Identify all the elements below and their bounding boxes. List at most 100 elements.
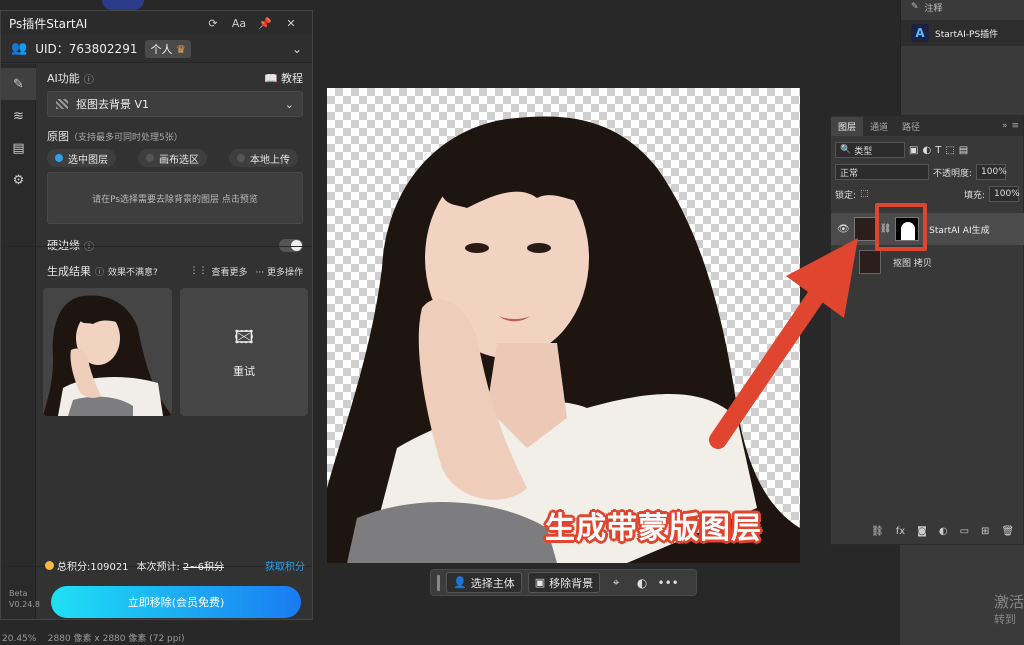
layer-row-ai[interactable]: 👁 ⛓ StartAI AI生成	[831, 213, 1024, 245]
retry-card[interactable]: 🖾 重试	[180, 288, 308, 416]
zoom-level: 20.45%	[2, 634, 37, 644]
kind-filter-select[interactable]: 🔍 类型	[835, 142, 905, 158]
startai-logo-icon: A	[911, 24, 929, 42]
layer-thumbnail	[859, 250, 881, 274]
estimate-value: 2~6积分	[182, 561, 225, 573]
panel-menu-icon[interactable]: ≡	[1011, 121, 1023, 131]
layers-panel: 图层 通道 路径 » ≡ 🔍 类型 ▣ ◐ T ⬚ ▤ 正常 不透明度: 100…	[830, 115, 1024, 545]
document-icon[interactable]: ▤	[1, 132, 36, 164]
tab-channels[interactable]: 通道	[863, 117, 895, 136]
blend-mode-select[interactable]: 正常	[835, 164, 929, 180]
function-select[interactable]: 抠图去背景 V1 ⌄	[47, 91, 303, 117]
broken-image-icon: 🖾	[234, 327, 254, 348]
layer-thumbnail	[853, 217, 876, 241]
account-badge: 个人 ♛	[145, 39, 191, 58]
startai-plugin-item[interactable]: A StartAI-PS插件	[901, 20, 1024, 46]
visibility-icon[interactable]: 👁	[837, 224, 850, 235]
image-icon: ▣	[534, 576, 546, 589]
radio-checked-icon	[55, 154, 63, 162]
result-thumbnail[interactable]	[43, 288, 172, 416]
note-icon: ✎	[911, 2, 919, 12]
option-local-upload[interactable]: 本地上传	[229, 149, 298, 167]
tutorial-link[interactable]: 教程	[281, 70, 303, 86]
hard-edge-toggle[interactable]	[279, 238, 303, 252]
layer-name: StartAI AI生成	[929, 225, 990, 236]
users-icon: 👥	[11, 41, 28, 56]
tab-layers[interactable]: 图层	[831, 116, 864, 136]
ai-function-label: AI功能	[47, 72, 80, 85]
info-icon: ⓘ	[95, 267, 105, 278]
adjust-filter-icon[interactable]: ◐	[922, 145, 931, 156]
more-options-icon[interactable]: •••	[658, 573, 679, 593]
more-actions-link[interactable]: ··· 更多操作	[256, 265, 303, 278]
notes-item[interactable]: ✎ 注释	[901, 0, 1024, 14]
source-hint: （支持最多可同时处理5张）	[69, 132, 183, 143]
plugin-title-bar: Ps插件StartAI ⟳ Aa 📌 ✕	[1, 11, 312, 35]
status-bar: 20.45% 2880 像素 x 2880 像素 (72 ppi)	[0, 634, 900, 645]
lock-pixels-icon[interactable]: ⬚	[860, 189, 869, 199]
result-image	[43, 295, 172, 416]
info-icon[interactable]: ⓘ	[84, 71, 94, 86]
group-icon[interactable]: ▭	[960, 526, 969, 537]
right-dock-bottom: 激活 转到	[900, 545, 1024, 645]
adjustment-icon[interactable]: ◐	[632, 573, 652, 593]
results-label: 生成结果	[47, 265, 91, 278]
document-canvas[interactable]	[327, 88, 800, 563]
smart-filter-icon[interactable]: ▤	[959, 145, 968, 156]
source-label: 原图	[47, 130, 69, 143]
add-mask-icon[interactable]: ◙	[917, 526, 927, 537]
activation-watermark: 激活 转到	[994, 593, 1024, 626]
settings-icon[interactable]: ⚙	[1, 164, 36, 196]
grid-icon: ⋮⋮	[189, 266, 208, 276]
plugin-sidebar: ✎ ≋ ▤ ⚙ Beta V0.24.8	[1, 64, 40, 619]
remove-now-button[interactable]: 立即移除(会员免费)	[51, 586, 301, 618]
plugin-main: AI功能 ⓘ 📖 教程 抠图去背景 V1 ⌄ 原图 （支持最多可同时处理5张） …	[1, 64, 312, 619]
transform-icon[interactable]: ⌖	[606, 573, 626, 593]
estimate-label: 本次预计:	[136, 561, 180, 573]
crown-icon: ♛	[175, 42, 186, 56]
new-layer-icon[interactable]: ⊞	[981, 526, 989, 537]
document-info: 2880 像素 x 2880 像素 (72 ppi)	[47, 634, 185, 644]
select-subject-button[interactable]: 👤 选择主体	[446, 572, 522, 593]
right-dock-top: ✎ 注释 A StartAI-PS插件	[900, 0, 1024, 115]
link-layers-icon[interactable]: ⛓	[871, 526, 884, 537]
image-filter-icon[interactable]: ▣	[909, 145, 918, 156]
option-canvas-selection[interactable]: 画布选区	[138, 149, 207, 167]
info-icon[interactable]: ⓘ	[84, 238, 94, 253]
stripes-icon	[56, 99, 68, 109]
shape-filter-icon[interactable]: ⬚	[945, 145, 954, 156]
get-points-link[interactable]: 获取积分	[265, 558, 305, 573]
retry-label: 重试	[233, 365, 255, 378]
pin-icon[interactable]: 📌	[252, 17, 278, 30]
see-more-link[interactable]: 查看更多	[212, 265, 248, 278]
drag-handle[interactable]	[437, 574, 440, 591]
tab-paths[interactable]: 路径	[895, 117, 927, 136]
cutout-subject-image	[327, 116, 800, 563]
hard-edge-label: 硬边缘	[47, 239, 80, 252]
adjustment-layer-icon[interactable]: ◐	[939, 526, 948, 537]
fill-input[interactable]: 100%	[989, 186, 1020, 202]
unsatisfied-link[interactable]: 效果不满意?	[108, 265, 158, 278]
edit-tool-icon[interactable]: ✎	[1, 68, 36, 100]
contextual-task-bar: 👤 选择主体 ▣ 移除背景 ⌖ ◐ •••	[430, 569, 697, 596]
text-filter-icon[interactable]: T	[935, 145, 941, 156]
layer-row-copy[interactable]: 抠图 拷贝	[831, 247, 1024, 277]
remove-background-button[interactable]: ▣ 移除背景	[527, 572, 601, 593]
total-points: 总积分:109021	[57, 561, 129, 573]
delete-icon[interactable]: 🗑	[1001, 526, 1014, 537]
drop-zone[interactable]: 请在Ps选择需要去除背景的图层 点击预览	[47, 172, 303, 224]
version-label: V0.24.8	[9, 600, 40, 609]
chevron-down-icon[interactable]: ⌄	[292, 42, 302, 56]
option-selected-layer[interactable]: 选中图层	[47, 149, 116, 167]
app-logo	[102, 0, 144, 10]
close-icon[interactable]: ✕	[278, 17, 304, 30]
annotation-caption: 生成带蒙版图层	[545, 511, 762, 546]
fx-icon[interactable]: fx	[896, 526, 905, 537]
opacity-input[interactable]: 100%	[976, 164, 1007, 180]
layers-icon[interactable]: ≋	[1, 100, 36, 132]
uid-label: UID：763802291	[35, 42, 138, 56]
collapse-icon[interactable]: »	[1002, 121, 1012, 131]
refresh-icon[interactable]: ⟳	[200, 17, 226, 30]
font-size-icon[interactable]: Aa	[226, 17, 252, 30]
beta-label: Beta V0.24.8	[9, 589, 40, 609]
